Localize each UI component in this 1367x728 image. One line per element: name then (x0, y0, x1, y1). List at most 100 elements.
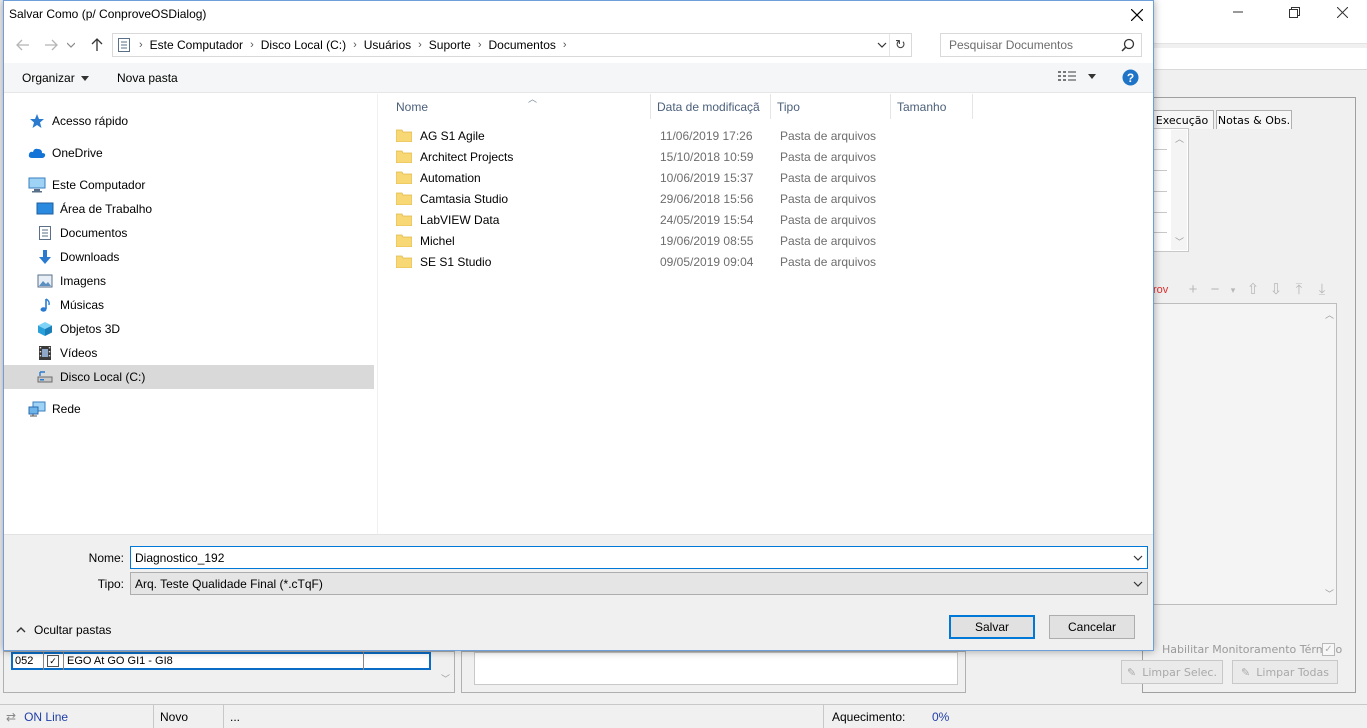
middle-textbox[interactable] (474, 652, 958, 685)
breadcrumb-users[interactable]: Usuários (359, 38, 416, 52)
minimize-button[interactable] (1215, 0, 1261, 24)
save-button[interactable]: Salvar (949, 615, 1035, 639)
move-top-icon[interactable]: ⤒ (1290, 282, 1308, 298)
arrow-left-icon (16, 39, 29, 51)
tab-notas[interactable]: Notas & Obs. (1216, 110, 1292, 129)
dropdown-icon[interactable]: ▾ (1224, 282, 1242, 298)
move-bottom-icon[interactable]: ⤓ (1313, 282, 1331, 298)
help-icon: ? (1122, 69, 1139, 86)
search-input[interactable] (941, 34, 1117, 56)
breadcrumb-local-disk[interactable]: Disco Local (C:) (256, 38, 351, 52)
button-label: Limpar Todas (1256, 665, 1329, 679)
table-row[interactable]: 052 ✓ EGO At GO GI1 - GI8 (11, 652, 431, 670)
recent-locations-button[interactable] (64, 35, 78, 55)
grid-scrollbar[interactable]: ︿ ﹀ (1171, 130, 1187, 250)
new-folder-button[interactable]: Nova pasta (117, 71, 178, 85)
move-down-icon[interactable]: ⇩ (1267, 282, 1285, 298)
nav-label: Disco Local (C:) (60, 370, 146, 384)
documents-icon (36, 224, 54, 242)
nav-documents[interactable]: Documentos (36, 221, 127, 245)
nav-desktop[interactable]: Área de Trabalho (36, 197, 152, 221)
breadcrumb-separator: › (562, 39, 567, 51)
column-header-size[interactable]: Tamanho (891, 94, 973, 119)
breadcrumb-suporte[interactable]: Suporte (424, 38, 476, 52)
view-options-button[interactable] (1058, 70, 1096, 82)
nav-videos[interactable]: Vídeos (36, 341, 97, 365)
tab-execucao[interactable]: Execução (1150, 110, 1214, 129)
list-item[interactable]: Camtasia Studio 29/06/2018 15:56 Pasta d… (390, 188, 970, 209)
row-checkbox[interactable]: ✓ (47, 655, 59, 667)
close-icon (1131, 9, 1143, 21)
star-icon (28, 112, 46, 130)
list-item[interactable]: Automation 10/06/2019 15:37 Pasta de arq… (390, 167, 970, 188)
cancel-button[interactable]: Cancelar (1049, 615, 1135, 639)
filetype-select[interactable]: Arq. Teste Qualidade Final (*.cTqF) (130, 572, 1148, 595)
back-button[interactable] (12, 35, 34, 55)
chevron-down-icon[interactable] (1133, 555, 1143, 561)
nav-network[interactable]: Rede (28, 397, 81, 421)
app-close-button[interactable] (1319, 0, 1365, 24)
add-icon[interactable]: + (1184, 282, 1202, 298)
notes-textarea[interactable]: ︿ ﹀ (1153, 303, 1337, 605)
save-as-dialog: Salvar Como (p/ ConproveOSDialog) › Este… (3, 0, 1154, 651)
help-button[interactable]: ? (1122, 69, 1139, 89)
refresh-button[interactable]: ↻ (889, 34, 911, 56)
restore-button[interactable] (1271, 0, 1317, 24)
clear-selected-button[interactable]: ✎ Limpar Selec. (1121, 660, 1223, 684)
list-item[interactable]: Michel 19/06/2019 08:55 Pasta de arquivo… (390, 230, 970, 251)
nav-onedrive[interactable]: OneDrive (28, 141, 103, 165)
broom-icon: ✎ (1241, 665, 1251, 679)
scroll-up-icon[interactable]: ︿ (1325, 308, 1334, 321)
column-header-date[interactable]: Data de modificaçã (651, 94, 771, 119)
clear-all-button[interactable]: ✎ Limpar Todas (1232, 660, 1338, 684)
command-bar: Organizar Nova pasta ? (4, 63, 1153, 93)
nav-music[interactable]: Músicas (36, 293, 104, 317)
nav-downloads[interactable]: Downloads (36, 245, 119, 269)
breadcrumb-documents[interactable]: Documentos (484, 38, 561, 52)
filename-input[interactable] (131, 547, 1121, 568)
nav-local-disk[interactable]: Disco Local (C:) (36, 365, 145, 389)
column-header-label: Tamanho (897, 99, 947, 114)
list-item[interactable]: AG S1 Agile 11/06/2019 17:26 Pasta de ar… (390, 125, 970, 146)
search-icon[interactable] (1121, 38, 1135, 52)
hide-folders-button[interactable]: Ocultar pastas (16, 623, 111, 637)
list-item[interactable]: LabVIEW Data 24/05/2019 15:54 Pasta de a… (390, 209, 970, 230)
scroll-down-icon[interactable]: ﹀ (441, 672, 450, 685)
status-online: ⇄ ON Line (0, 705, 154, 728)
svg-text:?: ? (1127, 71, 1134, 85)
sort-ascending-icon: ︿ (528, 94, 538, 104)
nav-quick-access[interactable]: Acesso rápido (28, 109, 128, 133)
heating-label-text: Aquecimento: (832, 709, 906, 724)
list-item[interactable]: SE S1 Studio 09/05/2019 09:04 Pasta de a… (390, 251, 970, 272)
filename-combobox (130, 546, 1148, 569)
file-date: 15/10/2018 10:59 (660, 150, 754, 164)
heating-label: Aquecimento: (826, 705, 910, 728)
desktop-icon (36, 200, 54, 218)
column-header-type[interactable]: Tipo (771, 94, 891, 119)
column-header-name[interactable]: Nome ︿ (390, 94, 651, 119)
column-header-label: Tipo (777, 99, 800, 114)
chevron-up-icon (16, 627, 26, 633)
nav-3d-objects[interactable]: Objetos 3D (36, 317, 120, 341)
nav-pictures[interactable]: Imagens (36, 269, 106, 293)
document-location-icon (117, 37, 131, 53)
scroll-down-icon[interactable]: ﹀ (1325, 587, 1334, 600)
nav-label: Downloads (60, 250, 120, 264)
dialog-close-button[interactable] (1120, 1, 1154, 29)
heating-value: 0% (926, 705, 986, 728)
forward-button[interactable] (40, 35, 62, 55)
thermal-monitor-checkbox[interactable]: ✓ (1322, 643, 1335, 656)
up-button[interactable] (86, 35, 108, 55)
remove-icon[interactable]: − (1206, 282, 1224, 298)
scroll-down-icon[interactable]: ﹀ (1175, 235, 1184, 248)
move-up-icon[interactable]: ⇧ (1244, 282, 1262, 298)
scroll-up-icon[interactable]: ︿ (1175, 132, 1184, 145)
address-bar[interactable]: › Este Computador › Disco Local (C:) › U… (112, 33, 912, 57)
broom-icon: ✎ (1127, 665, 1137, 679)
breadcrumb-this-pc[interactable]: Este Computador (145, 38, 248, 52)
list-item[interactable]: Architect Projects 15/10/2018 10:59 Past… (390, 146, 970, 167)
nav-this-pc[interactable]: Este Computador (28, 173, 145, 197)
organize-menu[interactable]: Organizar (22, 71, 89, 85)
folder-icon (396, 171, 412, 184)
new-folder-label: Nova pasta (117, 71, 178, 85)
